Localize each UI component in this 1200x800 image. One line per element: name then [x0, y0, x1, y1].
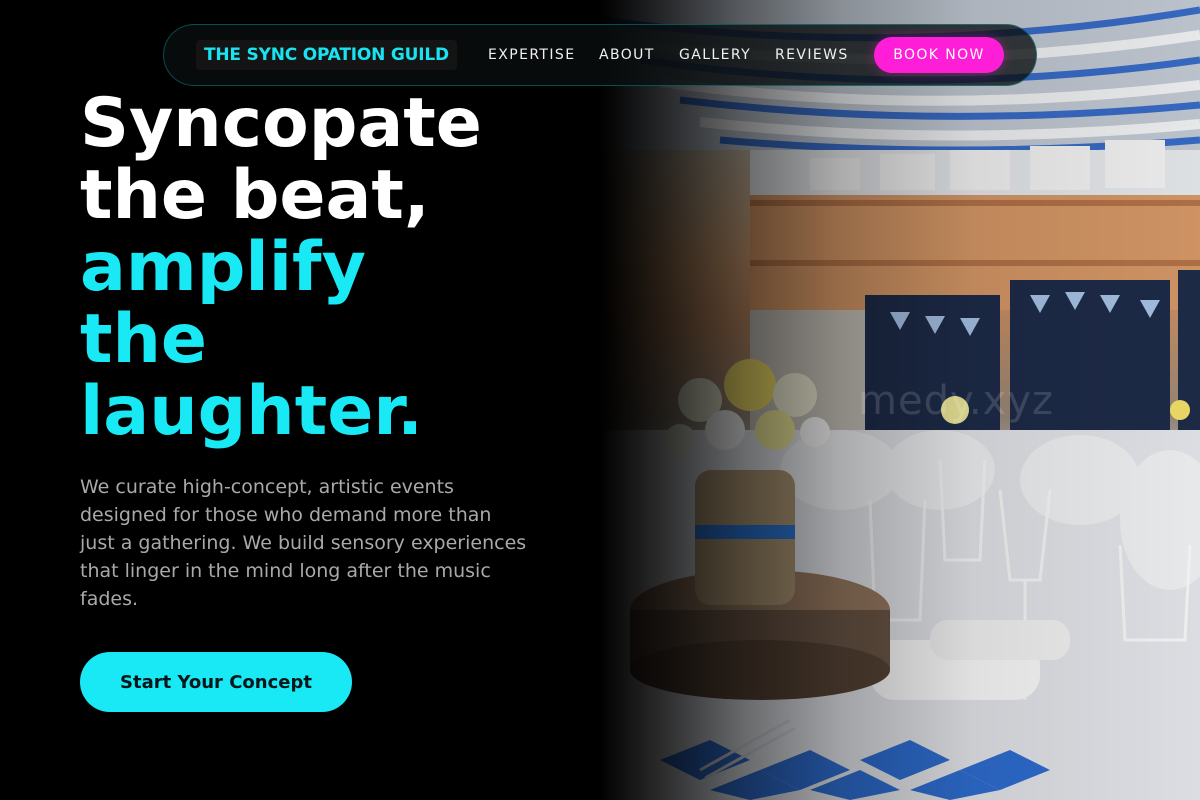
- headline-line: the beat,: [80, 156, 430, 235]
- start-concept-button[interactable]: Start Your Concept: [80, 652, 352, 712]
- brand-logo[interactable]: THE SYNC OPATION GUILD: [196, 40, 457, 70]
- nav-link-about[interactable]: ABOUT: [599, 47, 655, 63]
- watermark: medy.xyz: [858, 378, 1054, 424]
- hero-description: We curate high-concept, artistic events …: [80, 476, 527, 610]
- headline-accent-line: amplify: [80, 228, 366, 307]
- nav-link-reviews[interactable]: REVIEWS: [775, 47, 849, 63]
- hero-photo: medy.xyz: [600, 0, 1200, 800]
- headline-accent-line: the: [80, 300, 208, 379]
- headline-line: Syncopate: [80, 84, 482, 163]
- headline-accent-line: laughter.: [80, 372, 423, 451]
- book-now-button[interactable]: BOOK NOW: [874, 37, 1004, 73]
- nav-link-gallery[interactable]: GALLERY: [679, 47, 751, 63]
- top-nav: THE SYNC OPATION GUILD EXPERTISE ABOUT G…: [163, 24, 1037, 86]
- hero-headline: Syncopate the beat, amplify the laughter…: [80, 88, 600, 448]
- landing-page: medy.xyz THE SYNC OPATION GUILD EXPERTIS…: [0, 0, 1200, 800]
- nav-link-expertise[interactable]: EXPERTISE: [488, 47, 575, 63]
